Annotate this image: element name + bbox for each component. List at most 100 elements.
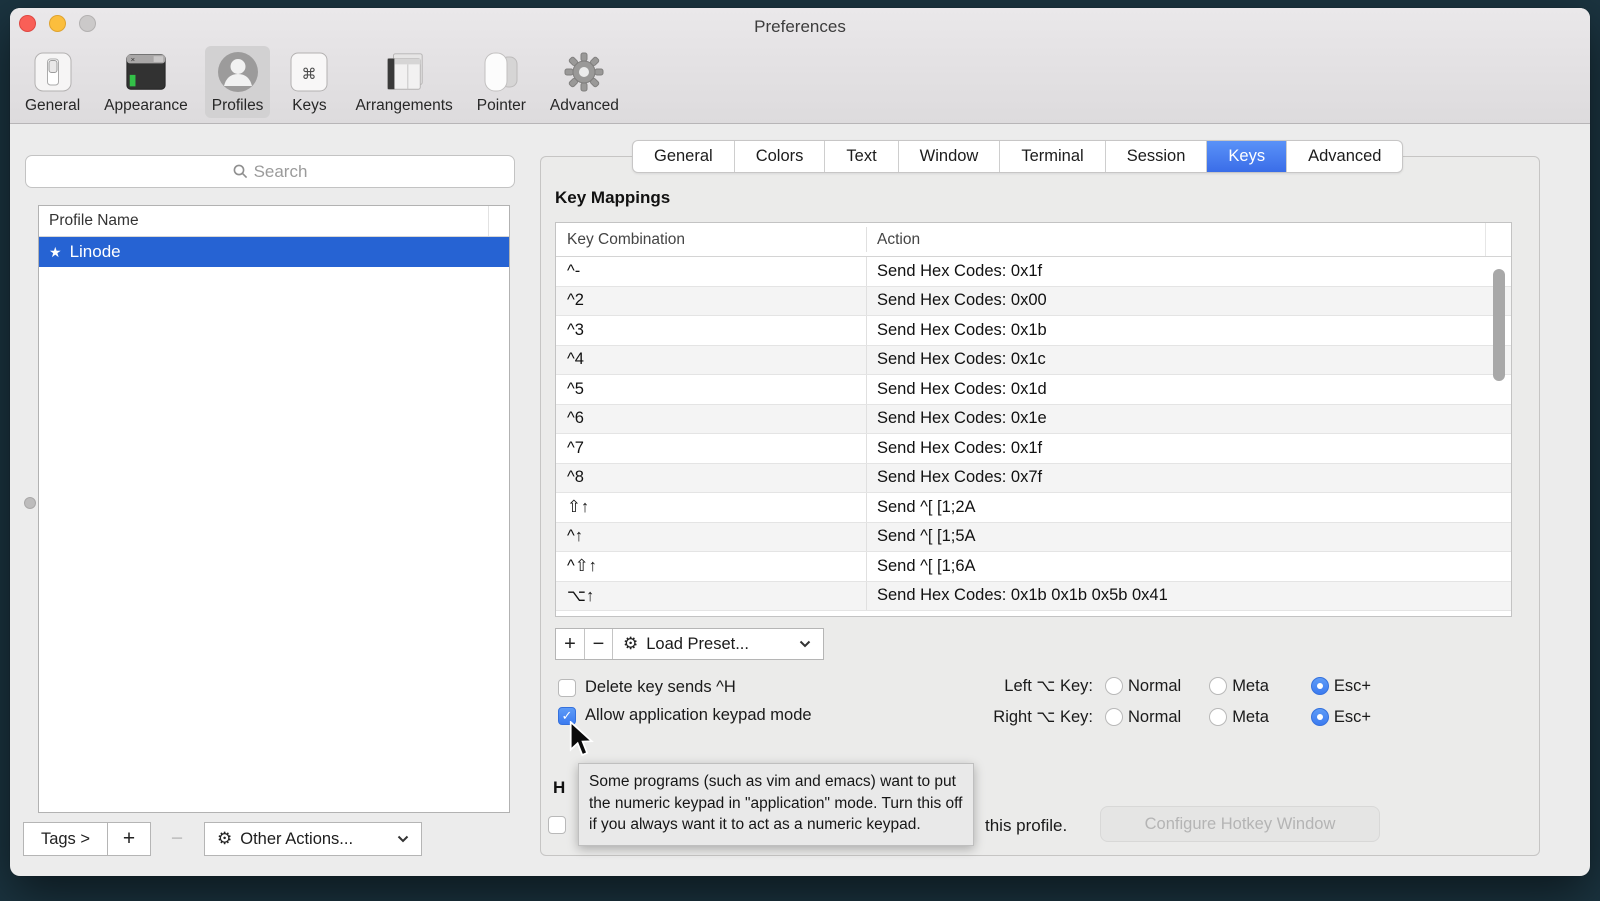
profile-row-linode[interactable]: ★Linode bbox=[39, 237, 509, 267]
action-cell: Send ^[ [1;2A bbox=[866, 498, 976, 517]
right-option-label: Right ⌥ Key: bbox=[960, 707, 1093, 727]
radio-button[interactable] bbox=[1209, 677, 1227, 695]
radio-button[interactable] bbox=[1105, 708, 1123, 726]
load-preset-dropdown[interactable]: ⚙ Load Preset... bbox=[613, 629, 823, 659]
action-cell: Send Hex Codes: 0x7f bbox=[866, 468, 1042, 487]
key-combination-cell: ⇧↑ bbox=[556, 497, 866, 517]
radio-button[interactable] bbox=[1311, 708, 1329, 726]
hotkey-checkbox[interactable] bbox=[548, 816, 566, 834]
add-profile-button[interactable]: + bbox=[107, 822, 151, 856]
toolbar-item-label: Arrangements bbox=[355, 97, 452, 115]
profile-name: Linode bbox=[70, 242, 121, 262]
general-icon bbox=[31, 50, 75, 94]
chevron-down-icon bbox=[397, 835, 409, 843]
toolbar-item-arrangements[interactable]: Arrangements bbox=[348, 46, 459, 118]
radio-button[interactable] bbox=[1105, 677, 1123, 695]
delete-key-sends-checkbox[interactable] bbox=[558, 679, 576, 697]
key-mapping-row[interactable]: ⌥↑Send Hex Codes: 0x1b 0x1b 0x5b 0x41 bbox=[556, 582, 1511, 612]
table-header[interactable]: Key Combination Action bbox=[556, 223, 1511, 257]
key-mapping-row[interactable]: ^4Send Hex Codes: 0x1c bbox=[556, 346, 1511, 376]
splitter-handle[interactable] bbox=[24, 497, 36, 509]
right-option-radio-normal[interactable]: Normal bbox=[1105, 708, 1181, 727]
titlebar[interactable]: Preferences bbox=[10, 8, 1590, 44]
left-option-radio-escplus[interactable]: Esc+ bbox=[1311, 677, 1371, 696]
radio-option-label: Meta bbox=[1232, 708, 1269, 727]
delete-key-sends-label: Delete key sends ^H bbox=[585, 678, 736, 697]
action-cell: Send ^[ [1;6A bbox=[866, 557, 976, 576]
key-mapping-row[interactable]: ^↑Send ^[ [1;5A bbox=[556, 523, 1511, 553]
key-mapping-row[interactable]: ^⇧↑Send ^[ [1;6A bbox=[556, 552, 1511, 582]
key-mapping-row[interactable]: ^5Send Hex Codes: 0x1d bbox=[556, 375, 1511, 405]
right-option-radio-meta[interactable]: Meta bbox=[1209, 708, 1269, 727]
key-mapping-row[interactable]: ⇧↑Send ^[ [1;2A bbox=[556, 493, 1511, 523]
tab-colors[interactable]: Colors bbox=[735, 141, 826, 172]
radio-option-label: Normal bbox=[1128, 677, 1181, 696]
appearance-icon: × bbox=[124, 50, 168, 94]
toolbar-item-pointer[interactable]: Pointer bbox=[470, 46, 533, 118]
profile-list-actions: Tags > + − ⚙ Other Actions... bbox=[23, 822, 422, 856]
svg-text:⌘: ⌘ bbox=[302, 65, 317, 83]
toolbar-item-label: Advanced bbox=[550, 97, 619, 115]
tab-keys[interactable]: Keys bbox=[1207, 141, 1287, 172]
key-combination-cell: ^- bbox=[556, 262, 866, 281]
left-option-key-group: Left ⌥ Key:NormalMetaEsc+ bbox=[960, 676, 1371, 696]
key-mapping-row[interactable]: ^6Send Hex Codes: 0x1e bbox=[556, 405, 1511, 435]
toolbar-item-advanced[interactable]: Advanced bbox=[543, 46, 626, 118]
key-mapping-row[interactable]: ^2Send Hex Codes: 0x00 bbox=[556, 287, 1511, 317]
window-chrome: Preferences General × Appearance Profiles⌘K… bbox=[10, 8, 1590, 124]
action-cell: Send Hex Codes: 0x1f bbox=[866, 439, 1042, 458]
search-input[interactable]: Search bbox=[25, 155, 515, 188]
action-cell: Send Hex Codes: 0x00 bbox=[866, 291, 1047, 310]
left-option-radio-normal[interactable]: Normal bbox=[1105, 677, 1181, 696]
right-option-key-group: Right ⌥ Key: Normal Meta Esc+ bbox=[960, 707, 1371, 727]
tab-general[interactable]: General bbox=[633, 141, 735, 172]
radio-button[interactable] bbox=[1209, 708, 1227, 726]
key-combination-cell: ^4 bbox=[556, 350, 866, 369]
toolbar-item-appearance[interactable]: × Appearance bbox=[97, 46, 195, 118]
profile-list: Profile Name ★Linode bbox=[38, 205, 510, 813]
key-mapping-row[interactable]: ^-Send Hex Codes: 0x1f bbox=[556, 257, 1511, 287]
configure-hotkey-window-button[interactable]: Configure Hotkey Window bbox=[1100, 806, 1380, 842]
scrollbar-thumb[interactable] bbox=[1493, 269, 1505, 381]
gear-icon: ⚙ bbox=[217, 829, 232, 849]
advanced-icon bbox=[562, 50, 606, 94]
keypad-mode-tooltip: Some programs (such as vim and emacs) wa… bbox=[578, 763, 974, 846]
toolbar-item-profiles[interactable]: Profiles bbox=[205, 46, 271, 118]
profile-list-header[interactable]: Profile Name bbox=[39, 206, 509, 237]
tags-button[interactable]: Tags > bbox=[23, 822, 108, 856]
column-divider bbox=[488, 206, 489, 236]
toolbar-item-label: Pointer bbox=[477, 97, 526, 115]
toolbar-item-label: Appearance bbox=[104, 97, 188, 115]
toolbar-item-general[interactable]: General bbox=[18, 46, 87, 118]
remove-profile-button[interactable]: − bbox=[155, 822, 199, 856]
remove-mapping-button[interactable]: − bbox=[585, 629, 613, 659]
tab-window[interactable]: Window bbox=[899, 141, 1001, 172]
key-combination-cell: ^↑ bbox=[556, 527, 866, 546]
tab-advanced[interactable]: Advanced bbox=[1287, 141, 1402, 172]
hotkey-label-tail: this profile. bbox=[985, 816, 1067, 836]
key-combination-cell: ^2 bbox=[556, 291, 866, 310]
key-mapping-row[interactable]: ^8Send Hex Codes: 0x7f bbox=[556, 464, 1511, 494]
tab-session[interactable]: Session bbox=[1106, 141, 1208, 172]
action-cell: Send ^[ [1;5A bbox=[866, 527, 976, 546]
right-option-radio-escplus[interactable]: Esc+ bbox=[1311, 708, 1371, 727]
key-combination-cell: ⌥↑ bbox=[556, 586, 866, 606]
other-actions-dropdown[interactable]: ⚙ Other Actions... bbox=[204, 822, 422, 856]
action-cell: Send Hex Codes: 0x1b bbox=[866, 321, 1047, 340]
preferences-window: Preferences General×AppearanceProfiles⌘K… bbox=[10, 8, 1590, 876]
toolbar-item-keys[interactable]: ⌘Keys bbox=[280, 46, 338, 118]
key-mapping-row[interactable]: ^7Send Hex Codes: 0x1f bbox=[556, 434, 1511, 464]
preferences-toolbar: General × Appearance Profiles⌘Keys Arrangeme… bbox=[18, 46, 626, 122]
key-mapping-row[interactable]: ^3Send Hex Codes: 0x1b bbox=[556, 316, 1511, 346]
key-mappings-table: Key Combination Action ^-Send Hex Codes:… bbox=[555, 222, 1512, 617]
tab-terminal[interactable]: Terminal bbox=[1000, 141, 1105, 172]
arrangements-icon bbox=[382, 50, 426, 94]
tab-text[interactable]: Text bbox=[825, 141, 898, 172]
add-mapping-button[interactable]: + bbox=[556, 629, 585, 659]
action-cell: Send Hex Codes: 0x1d bbox=[866, 380, 1047, 399]
radio-button[interactable] bbox=[1311, 677, 1329, 695]
left-option-radio-meta[interactable]: Meta bbox=[1209, 677, 1269, 696]
window-title: Preferences bbox=[10, 17, 1590, 37]
action-cell: Send Hex Codes: 0x1c bbox=[866, 350, 1046, 369]
chevron-down-icon bbox=[799, 640, 811, 648]
